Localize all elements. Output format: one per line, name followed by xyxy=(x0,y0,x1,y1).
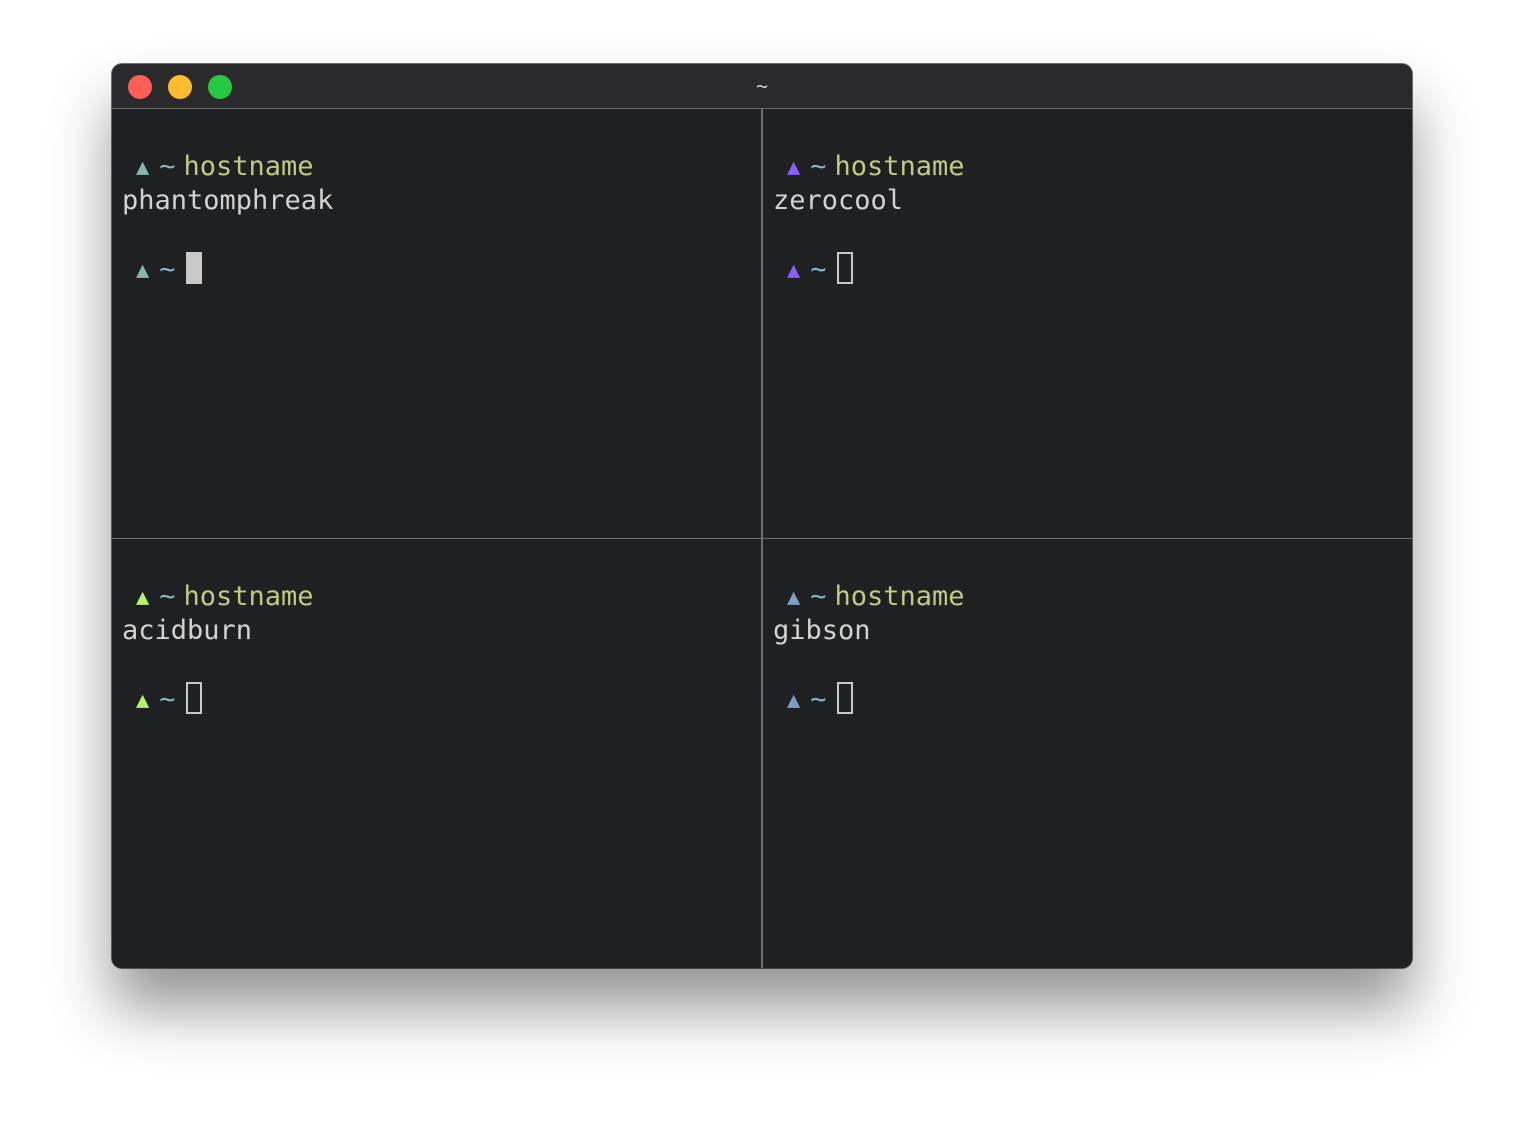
prompt-directory: ~ xyxy=(159,684,176,715)
title-bar[interactable]: ~ xyxy=(112,64,1412,109)
terminal-pane-top-left[interactable]: ▲ ~ hostname phantomphreak ▲ ~ xyxy=(112,109,761,538)
command-text: hostname xyxy=(834,151,965,182)
prompt-triangle-icon: ▲ xyxy=(787,258,801,283)
command-line: ▲ ~ hostname xyxy=(773,580,965,614)
prompt-directory: ~ xyxy=(159,254,176,285)
text-cursor[interactable] xyxy=(836,682,853,714)
horizontal-split-divider[interactable] xyxy=(112,538,1412,539)
prompt-directory: ~ xyxy=(810,684,827,715)
text-cursor[interactable] xyxy=(185,682,202,714)
command-output: acidburn xyxy=(122,615,253,646)
prompt-triangle-icon: ▲ xyxy=(136,585,150,610)
prompt-directory: ~ xyxy=(810,254,827,285)
command-output: phantomphreak xyxy=(122,185,334,216)
command-line: ▲ ~ hostname xyxy=(773,150,965,184)
terminal-pane-bottom-left[interactable]: ▲ ~ hostname acidburn ▲ ~ xyxy=(112,539,761,968)
terminal-pane-bottom-right[interactable]: ▲ ~ hostname gibson ▲ ~ xyxy=(763,539,1412,968)
text-cursor[interactable] xyxy=(185,252,202,284)
command-output: zerocool xyxy=(773,185,904,216)
split-pane-grid: ▲ ~ hostname phantomphreak ▲ ~ ▲ ~ hostname z… xyxy=(112,109,1412,968)
active-prompt-line[interactable]: ▲ ~ xyxy=(773,252,853,286)
terminal-window: ~ ▲ ~ hostname phantomphreak ▲ ~ ▲ ~ hostname… xyxy=(112,64,1412,968)
active-prompt-line[interactable]: ▲ ~ xyxy=(122,682,202,716)
prompt-triangle-icon: ▲ xyxy=(136,688,150,713)
window-title: ~ xyxy=(755,74,769,98)
prompt-directory: ~ xyxy=(159,581,176,612)
prompt-triangle-icon: ▲ xyxy=(787,155,801,180)
command-output: gibson xyxy=(773,615,871,646)
command-text: hostname xyxy=(183,581,314,612)
command-text: hostname xyxy=(183,151,314,182)
prompt-directory: ~ xyxy=(810,151,827,182)
command-line: ▲ ~ hostname xyxy=(122,580,314,614)
prompt-directory: ~ xyxy=(159,151,176,182)
prompt-triangle-icon: ▲ xyxy=(136,155,150,180)
command-line: ▲ ~ hostname xyxy=(122,150,314,184)
prompt-triangle-icon: ▲ xyxy=(136,258,150,283)
text-cursor[interactable] xyxy=(836,252,853,284)
prompt-directory: ~ xyxy=(810,581,827,612)
active-prompt-line[interactable]: ▲ ~ xyxy=(122,252,202,286)
command-text: hostname xyxy=(834,581,965,612)
prompt-triangle-icon: ▲ xyxy=(787,688,801,713)
active-prompt-line[interactable]: ▲ ~ xyxy=(773,682,853,716)
terminal-pane-top-right[interactable]: ▲ ~ hostname zerocool ▲ ~ xyxy=(763,109,1412,538)
prompt-triangle-icon: ▲ xyxy=(787,585,801,610)
